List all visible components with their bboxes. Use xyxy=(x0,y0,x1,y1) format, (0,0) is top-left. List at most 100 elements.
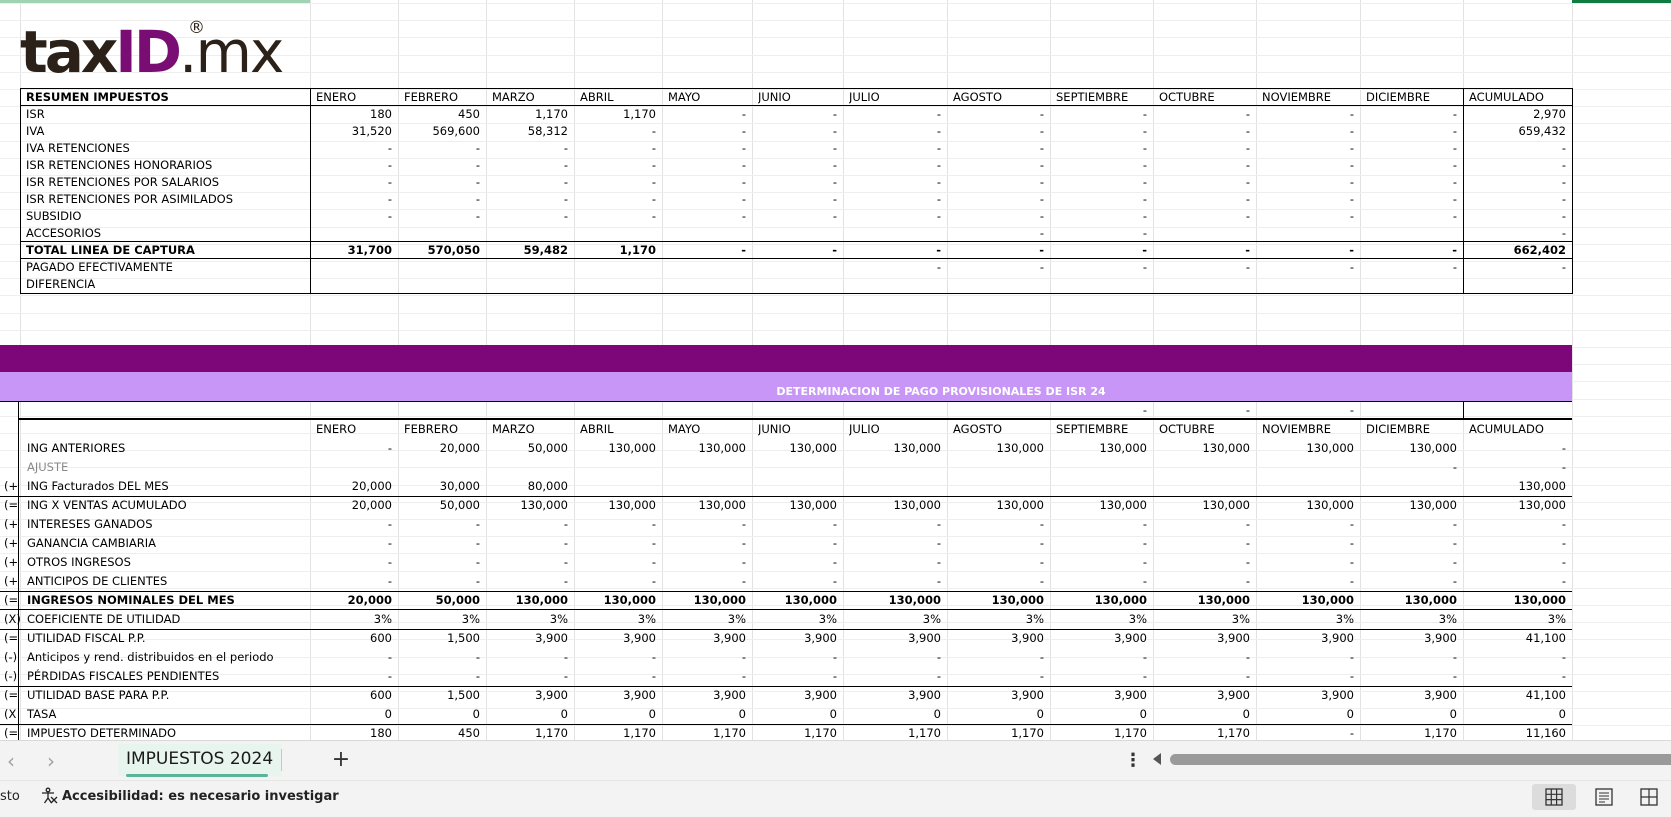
determinacion-cell[interactable]: - xyxy=(752,554,837,571)
determinacion-row-label[interactable]: ING ANTERIORES xyxy=(27,440,312,457)
month-header-julio[interactable]: JULIO xyxy=(849,421,945,438)
determinacion-cell[interactable]: - xyxy=(574,668,656,685)
determinacion-cell[interactable]: 3,900 xyxy=(662,687,746,704)
resumen-cell[interactable]: - xyxy=(398,140,480,157)
determinacion-cell[interactable]: 0 xyxy=(398,706,480,723)
determinacion-cell[interactable]: 1,170 xyxy=(1153,725,1250,740)
month-header-octubre[interactable]: OCTUBRE xyxy=(1159,89,1254,106)
resumen-cell[interactable]: 1,170 xyxy=(486,106,568,123)
determinacion-cell[interactable]: 3,900 xyxy=(1256,630,1354,647)
determinacion-row-label[interactable]: ING X VENTAS ACUMULADO xyxy=(27,497,312,514)
determinacion-row-label[interactable]: INGRESOS NOMINALES DEL MES xyxy=(27,592,312,609)
resumen-cell[interactable]: - xyxy=(947,123,1044,140)
resumen-cell[interactable]: - xyxy=(843,259,941,276)
determinacion-cell[interactable]: 20,000 xyxy=(310,478,392,495)
resumen-header[interactable]: RESUMEN IMPUESTOS xyxy=(26,89,306,106)
resumen-cell[interactable]: - xyxy=(752,106,837,123)
determinacion-cell[interactable]: - xyxy=(1360,516,1457,533)
determinacion-cell[interactable]: - xyxy=(947,535,1044,552)
determinacion-cell[interactable]: 0 xyxy=(1360,706,1457,723)
determinacion-cell[interactable]: - xyxy=(398,516,480,533)
resumen-cell[interactable]: - xyxy=(947,208,1044,225)
resumen-cell[interactable]: - xyxy=(574,191,656,208)
month-header-junio[interactable]: JUNIO xyxy=(758,421,841,438)
accessibility-status[interactable]: Accesibilidad: es necesario investigar xyxy=(62,788,339,806)
resumen-cell[interactable]: - xyxy=(1153,106,1250,123)
month-header-abril[interactable]: ABRIL xyxy=(580,89,660,106)
resumen-cell[interactable]: - xyxy=(1050,242,1147,259)
determinacion-cell[interactable]: - xyxy=(1360,668,1457,685)
resumen-cell[interactable]: 1,170 xyxy=(574,242,656,259)
determinacion-cell[interactable]: - xyxy=(947,554,1044,571)
row-sign[interactable]: (+ xyxy=(4,516,20,533)
resumen-cell[interactable]: - xyxy=(574,123,656,140)
determinacion-cell[interactable]: - xyxy=(1360,554,1457,571)
page-break-view-button[interactable] xyxy=(1627,784,1671,810)
determinacion-cell[interactable]: 3,900 xyxy=(1360,630,1457,647)
determinacion-row-label[interactable]: ING Facturados DEL MES xyxy=(27,478,312,495)
determinacion-cell[interactable]: - xyxy=(662,649,746,666)
determinacion-cell[interactable]: 1,170 xyxy=(947,725,1044,740)
determinacion-cell[interactable]: 600 xyxy=(310,630,392,647)
resumen-cell[interactable]: - xyxy=(752,123,837,140)
resumen-cell[interactable]: - xyxy=(1153,157,1250,174)
determinacion-cell[interactable]: - xyxy=(1463,535,1566,552)
determinacion-cell[interactable]: - xyxy=(398,649,480,666)
determinacion-cell[interactable]: 1,170 xyxy=(1360,725,1457,740)
determinacion-cell[interactable]: 130,000 xyxy=(1256,497,1354,514)
row-sign[interactable]: (-) xyxy=(4,668,20,685)
determinacion-cell[interactable]: 130,000 xyxy=(1050,592,1147,609)
determinacion-cell[interactable]: - xyxy=(486,573,568,590)
determinacion-cell[interactable]: - xyxy=(310,554,392,571)
month-header-junio[interactable]: JUNIO xyxy=(758,89,841,106)
determinacion-cell[interactable]: - xyxy=(1463,516,1566,533)
determinacion-row-label[interactable]: INTERESES GANADOS xyxy=(27,516,312,533)
resumen-cell[interactable]: - xyxy=(752,191,837,208)
determinacion-cell[interactable]: 1,170 xyxy=(574,725,656,740)
determinacion-cell[interactable]: 3,900 xyxy=(1256,687,1354,704)
resumen-cell[interactable]: - xyxy=(1463,259,1566,276)
row-sign[interactable]: (= xyxy=(4,687,20,704)
resumen-cell[interactable]: - xyxy=(947,259,1044,276)
resumen-cell[interactable]: - xyxy=(947,174,1044,191)
resumen-cell[interactable]: - xyxy=(1153,191,1250,208)
resumen-cell[interactable]: - xyxy=(398,191,480,208)
determinacion-cell[interactable]: 130,000 xyxy=(574,497,656,514)
resumen-cell[interactable]: - xyxy=(843,242,941,259)
determinacion-cell[interactable]: 130,000 xyxy=(843,592,941,609)
determinacion-cell[interactable]: - xyxy=(843,649,941,666)
determinacion-cell[interactable]: - xyxy=(398,535,480,552)
resumen-cell[interactable]: - xyxy=(1360,191,1457,208)
determinacion-cell[interactable]: 130,000 xyxy=(486,497,568,514)
month-header-abril[interactable]: ABRIL xyxy=(580,421,660,438)
determinacion-cell[interactable]: 3% xyxy=(1153,611,1250,628)
determinacion-cell[interactable]: - xyxy=(1463,668,1566,685)
row-sign[interactable]: (+ xyxy=(4,478,20,495)
determinacion-cell[interactable]: - xyxy=(1256,554,1354,571)
resumen-cell[interactable]: - xyxy=(1256,242,1354,259)
resumen-cell[interactable]: - xyxy=(1050,191,1147,208)
determinacion-cell[interactable]: 130,000 xyxy=(1463,592,1566,609)
resumen-cell[interactable]: - xyxy=(310,140,392,157)
row-sign[interactable]: (= xyxy=(4,592,20,609)
determinacion-cell[interactable]: 3% xyxy=(486,611,568,628)
determinacion-cell[interactable]: - xyxy=(1256,649,1354,666)
resumen-cell[interactable]: - xyxy=(1256,259,1354,276)
resumen-cell[interactable]: - xyxy=(1153,123,1250,140)
resumen-cell[interactable]: - xyxy=(1256,106,1354,123)
determinacion-cell[interactable]: - xyxy=(947,668,1044,685)
determinacion-cell[interactable]: - xyxy=(843,535,941,552)
determinacion-cell[interactable]: 130,000 xyxy=(1153,497,1250,514)
resumen-cell[interactable]: - xyxy=(398,157,480,174)
month-header-agosto[interactable]: AGOSTO xyxy=(953,89,1048,106)
resumen-cell[interactable]: 1,170 xyxy=(574,106,656,123)
resumen-cell[interactable]: - xyxy=(752,140,837,157)
month-header-mayo[interactable]: MAYO xyxy=(668,89,750,106)
determinacion-cell[interactable]: 130,000 xyxy=(1153,440,1250,457)
determinacion-row-label[interactable]: TASA xyxy=(27,706,312,723)
resumen-cell[interactable]: - xyxy=(1360,208,1457,225)
determinacion-cell[interactable]: 80,000 xyxy=(486,478,568,495)
resumen-cell[interactable]: - xyxy=(1153,208,1250,225)
resumen-cell[interactable]: - xyxy=(843,208,941,225)
determinacion-cell[interactable]: - xyxy=(398,573,480,590)
